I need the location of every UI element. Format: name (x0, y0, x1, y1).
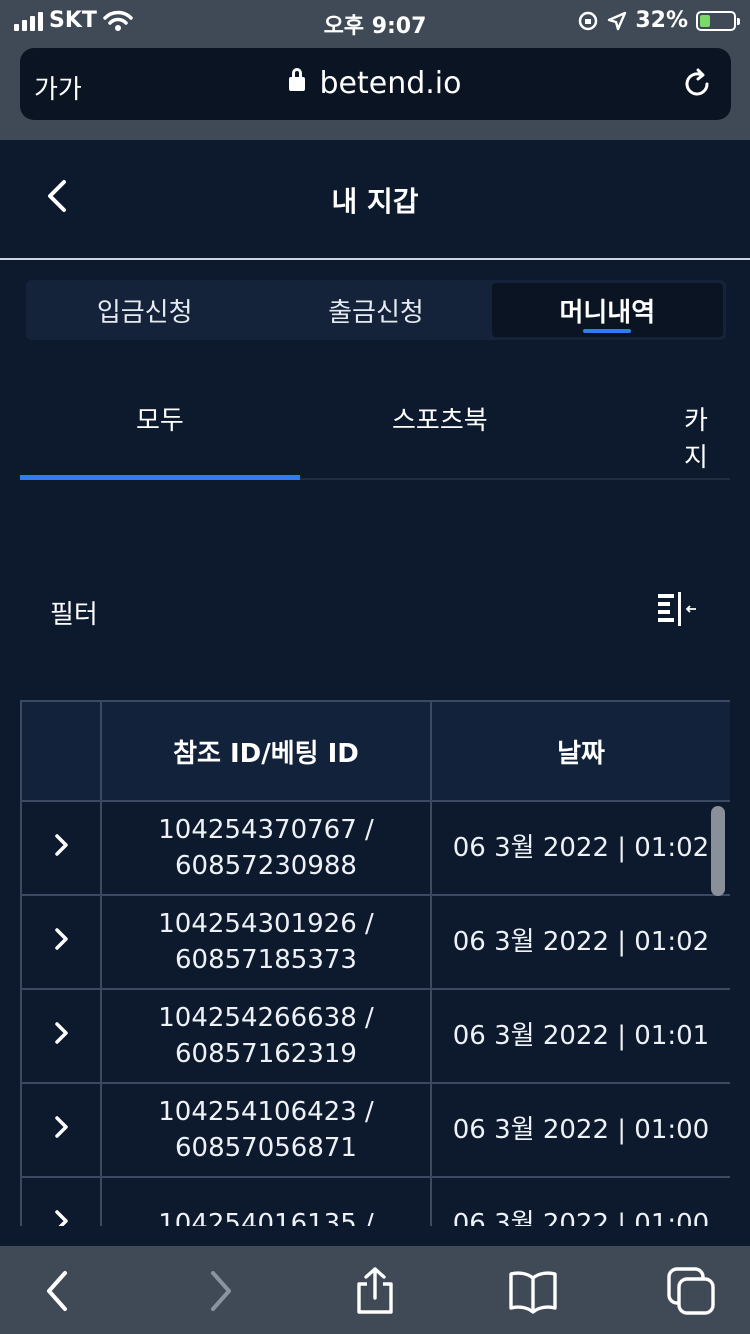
ref-id: 104254016135 / (158, 1209, 374, 1226)
date-cell: 06 3월 2022 | 01:01 (430, 988, 730, 1084)
chevron-right-icon (55, 928, 68, 950)
segment-withdraw[interactable]: 출금신청 (260, 283, 491, 337)
header-ref-id: 참조 ID/베팅 ID (100, 700, 432, 802)
page-title: 내 지갑 (331, 185, 419, 218)
bet-id: 60857230988 (175, 851, 357, 881)
browser-toolbar (0, 1246, 750, 1334)
ref-id-cell: 104254301926 / 60857185373 (100, 894, 432, 990)
reload-icon[interactable] (681, 68, 713, 100)
category-tabs: 모두 스포츠북 카지 (20, 380, 730, 480)
ref-id-cell: 104254266638 / 60857162319 (100, 988, 432, 1084)
ref-id-cell: 104254016135 / (100, 1176, 432, 1226)
status-bar: SKT 오후 9:07 32% (0, 0, 750, 44)
address-host[interactable]: betend.io (20, 66, 731, 101)
bet-id: 60857056871 (175, 1133, 357, 1163)
header-date: 날짜 (430, 700, 730, 802)
transactions-table-container[interactable]: 참조 ID/베팅 ID 날짜 104254370767 / 60857230988… (20, 700, 730, 1226)
table-row[interactable]: 104254106423 / 60857056871 06 3월 2022 | 0… (20, 1082, 730, 1178)
row-expand-button[interactable] (20, 800, 102, 896)
orientation-lock-icon (579, 11, 598, 30)
filter-label: 필터 (50, 600, 98, 630)
row-expand-button[interactable] (20, 894, 102, 990)
transactions-table: 참조 ID/베팅 ID 날짜 104254370767 / 60857230988… (20, 700, 730, 1226)
battery-level (700, 14, 711, 27)
table-row[interactable]: 104254016135 / 06 3월 2022 | 01:00 (20, 1176, 730, 1226)
table-header-row: 참조 ID/베팅 ID 날짜 (20, 700, 730, 802)
bet-id: 60857185373 (175, 945, 357, 975)
ref-id: 104254266638 / (158, 1003, 374, 1033)
chevron-right-icon (55, 1210, 68, 1226)
date-cell: 06 3월 2022 | 01:00 (430, 1176, 730, 1226)
lock-icon (289, 68, 306, 91)
segment-deposit[interactable]: 입금신청 (29, 283, 260, 337)
table-row[interactable]: 104254370767 / 60857230988 06 3월 2022 | 0… (20, 800, 730, 896)
date-cell: 06 3월 2022 | 01:02 (430, 894, 730, 990)
active-tab-indicator (20, 475, 300, 480)
status-right: 32% (577, 8, 740, 33)
date-cell: 06 3월 2022 | 01:02 (430, 800, 730, 896)
header-expand (20, 700, 102, 802)
chevron-right-icon (55, 1022, 68, 1044)
tab-casino[interactable]: 카지 (684, 400, 730, 474)
table-row[interactable]: 104254301926 / 60857185373 06 3월 2022 | 0… (20, 894, 730, 990)
chevron-right-icon (55, 1116, 68, 1138)
filter-toggle-icon[interactable] (656, 591, 698, 627)
row-expand-button[interactable] (20, 1082, 102, 1178)
battery-icon (696, 10, 740, 31)
tab-all[interactable]: 모두 (136, 400, 184, 437)
ref-id: 104254370767 / (158, 815, 374, 845)
browser-back-icon[interactable] (34, 1266, 84, 1316)
location-icon (608, 11, 627, 30)
browser-forward-icon[interactable] (194, 1266, 244, 1316)
table-scrollbar[interactable] (711, 806, 725, 896)
segment-money-history[interactable]: 머니내역 (491, 283, 723, 337)
share-icon[interactable] (350, 1266, 400, 1316)
table-row[interactable]: 104254266638 / 60857162319 06 3월 2022 | 0… (20, 988, 730, 1084)
ref-id: 104254301926 / (158, 909, 374, 939)
ref-id: 104254106423 / (158, 1097, 374, 1127)
row-expand-button[interactable] (20, 1176, 102, 1226)
row-expand-button[interactable] (20, 988, 102, 1084)
bet-id: 60857162319 (175, 1039, 357, 1069)
browser-chrome: 가가 betend.io (0, 44, 750, 140)
tabs-icon[interactable] (666, 1266, 716, 1316)
battery-percent: 32% (635, 8, 688, 33)
address-bar[interactable]: 가가 betend.io (20, 48, 731, 120)
host-label: betend.io (319, 66, 462, 101)
bookmarks-icon[interactable] (508, 1266, 558, 1316)
chevron-right-icon (55, 834, 68, 856)
wallet-segment-control: 입금신청 출금신청 머니내역 (26, 280, 726, 340)
tab-sportsbook[interactable]: 스포츠북 (392, 400, 488, 437)
ref-id-cell: 104254106423 / 60857056871 (100, 1082, 432, 1178)
date-cell: 06 3월 2022 | 01:00 (430, 1082, 730, 1178)
app-header: 내 지갑 (0, 140, 750, 260)
ref-id-cell: 104254370767 / 60857230988 (100, 800, 432, 896)
